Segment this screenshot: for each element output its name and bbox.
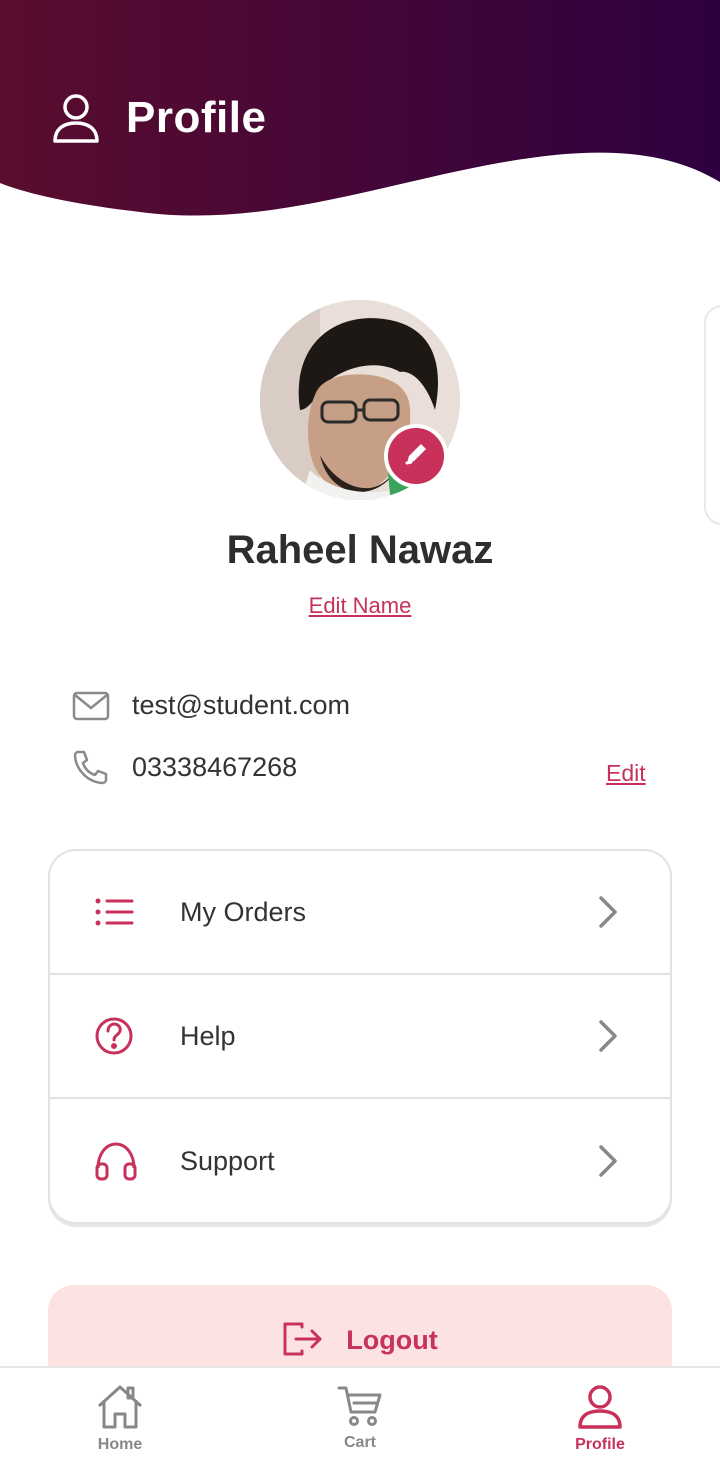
email-text: test@student.com: [132, 690, 351, 720]
chevron-right-icon: [598, 1144, 618, 1178]
phone-row: 03338467268: [72, 749, 297, 785]
menu-item-support[interactable]: Support: [50, 1099, 670, 1222]
edit-name-link[interactable]: Edit Name: [0, 593, 720, 619]
phone-text: 03338467268: [132, 751, 298, 782]
help-circle-icon: [94, 1016, 134, 1056]
pencil-icon: [402, 440, 430, 473]
nav-item-cart[interactable]: Cart: [240, 1368, 480, 1475]
headphones-icon: [94, 1140, 138, 1182]
chevron-right-icon: [598, 1019, 618, 1053]
page-title: Profile: [126, 93, 267, 142]
nav-label: Cart: [343, 1434, 376, 1451]
nav-label: Home: [97, 1436, 143, 1453]
email-row: test@student.com: [72, 690, 350, 721]
nav-item-home[interactable]: Home: [0, 1368, 240, 1475]
mail-icon: [72, 691, 110, 721]
menu-item-label: Support: [180, 1145, 275, 1176]
home-icon: [95, 1384, 145, 1430]
person-icon: [577, 1384, 623, 1430]
menu-card: My Orders Help Support: [48, 849, 672, 1224]
nav-label: Profile: [575, 1436, 625, 1453]
menu-item-label: My Orders: [180, 896, 307, 927]
menu-item-my-orders[interactable]: My Orders: [50, 851, 670, 975]
phone-icon: [72, 749, 110, 785]
chevron-right-icon: [598, 895, 618, 929]
list-icon: [94, 897, 136, 927]
nav-item-profile[interactable]: Profile: [480, 1368, 720, 1475]
profile-name: Raheel Nawaz: [226, 528, 494, 572]
edit-contact-link[interactable]: Edit: [606, 760, 646, 787]
person-icon: [52, 92, 100, 144]
side-drawer-handle[interactable]: [704, 305, 720, 525]
avatar-container: [260, 300, 460, 500]
cart-icon: [337, 1384, 383, 1428]
menu-item-help[interactable]: Help: [50, 975, 670, 1099]
menu-item-label: Help: [180, 1020, 236, 1051]
profile-header: Profile: [0, 0, 720, 230]
bottom-nav: Home Cart Profile: [0, 1366, 720, 1475]
edit-photo-button[interactable]: [384, 424, 448, 488]
